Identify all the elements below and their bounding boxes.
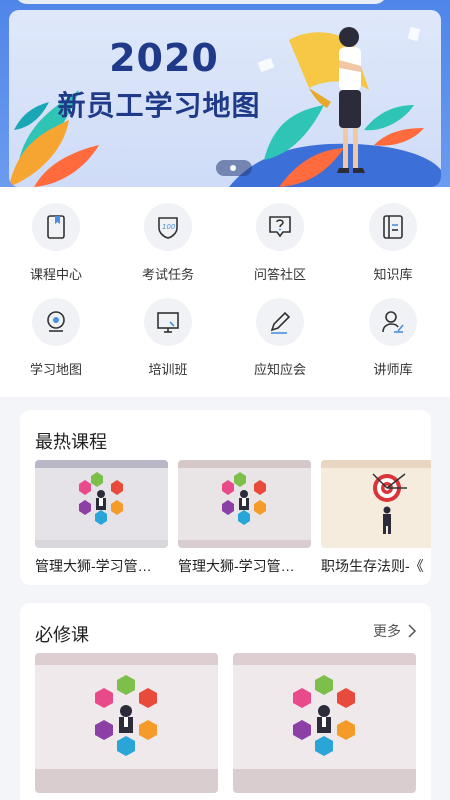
teacher-icon: [369, 298, 417, 346]
menu-label: 考试任务: [141, 267, 194, 282]
banner-carousel[interactable]: 2020 新员工学习地图: [9, 10, 441, 187]
screen-board-icon: [144, 298, 192, 346]
section-title: 最热课程: [35, 432, 107, 452]
menu-item-knowledge-base[interactable]: 知识库: [353, 200, 433, 290]
carousel-indicator: [216, 160, 252, 176]
menu-item-learning-map[interactable]: 学习地图: [16, 295, 96, 385]
section-title: 必修课: [35, 625, 89, 645]
menu-item-course-center[interactable]: 课程中心: [16, 200, 96, 290]
location-pin-icon: [32, 298, 80, 346]
target-illustration: [372, 473, 407, 534]
course-title[interactable]: 职场生存法则-《: [321, 556, 431, 576]
carousel-dot-active: [230, 165, 236, 171]
menu-item-training-class[interactable]: 培训班: [128, 295, 208, 385]
svg-text:100: 100: [162, 223, 176, 231]
question-bubble-icon: [256, 203, 304, 251]
document-icon: [369, 203, 417, 251]
banner-title: 新员工学习地图: [57, 89, 261, 122]
menu-label: 问答社区: [253, 267, 306, 282]
course-illustration: [222, 472, 266, 525]
required-courses-card: 必修课 更多: [20, 603, 431, 800]
course-thumbnail[interactable]: [178, 460, 311, 548]
menu-label: 课程中心: [29, 267, 82, 282]
course-thumbnail[interactable]: [321, 460, 431, 548]
search-bar[interactable]: [15, 0, 387, 4]
course-title[interactable]: 管理大狮-学习管…: [35, 556, 168, 576]
course-thumbnail[interactable]: [35, 653, 218, 793]
menu-label: 应知应会: [253, 362, 306, 377]
chevron-right-icon: [408, 624, 417, 638]
banner-year: 2020: [109, 36, 219, 80]
course-illustration: [79, 472, 123, 525]
menu-item-exam-tasks[interactable]: 100 考试任务: [128, 200, 208, 290]
menu-label: 讲师库: [373, 362, 413, 377]
hot-courses-card: 最热课程 管理大狮-学习管… 管理大狮-学习管… 职场生存法则-《: [20, 410, 431, 585]
menu-item-qa-community[interactable]: 问答社区: [240, 200, 320, 290]
menu-label: 知识库: [373, 267, 413, 282]
book-icon: [32, 203, 80, 251]
exam-shield-icon: 100: [144, 203, 192, 251]
pencil-icon: [256, 298, 304, 346]
menu-item-must-know[interactable]: 应知应会: [240, 295, 320, 385]
menu-label: 学习地图: [29, 362, 82, 377]
course-thumbnail[interactable]: [233, 653, 416, 793]
menu-item-lecturer-library[interactable]: 讲师库: [353, 295, 433, 385]
more-label: 更多: [373, 623, 401, 639]
course-thumbnail[interactable]: [35, 460, 168, 548]
course-title[interactable]: 管理大狮-学习管…: [178, 556, 311, 576]
menu-label: 培训班: [148, 362, 188, 377]
more-link[interactable]: 更多: [373, 621, 417, 641]
